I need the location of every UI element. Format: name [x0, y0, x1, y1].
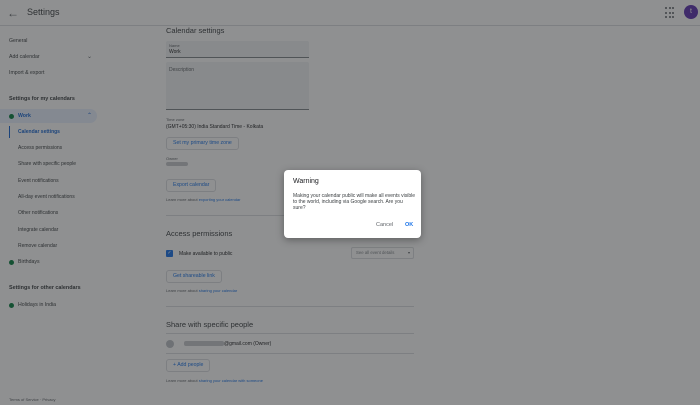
- dialog-title: Warning: [293, 178, 319, 185]
- ok-button[interactable]: OK: [405, 222, 413, 228]
- dialog-body: Making your calendar public will make al…: [293, 193, 415, 211]
- cancel-button[interactable]: Cancel: [376, 222, 393, 228]
- warning-dialog: Warning Making your calendar public will…: [284, 170, 421, 238]
